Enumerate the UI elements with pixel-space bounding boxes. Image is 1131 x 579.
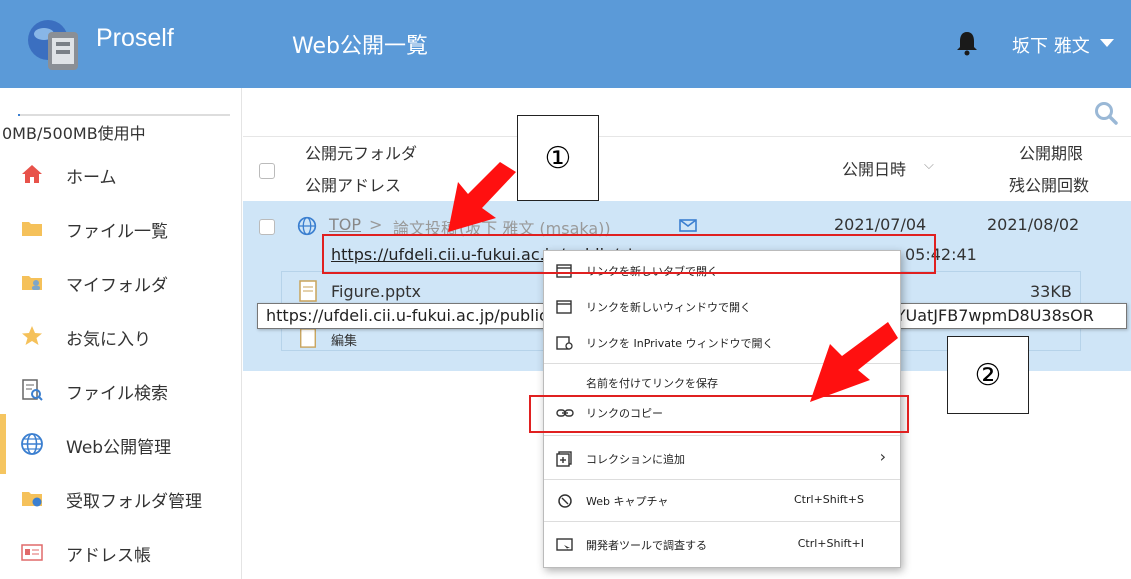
file-name[interactable]: Figure.pptx [331,282,421,301]
web-capture-icon [558,494,572,508]
folder-top-link[interactable]: TOP [329,215,361,234]
folder-icon [22,222,42,236]
sidebar-item-label: ファイル検索 [66,384,168,404]
usage-text: 0MB/500MB使用中 [2,124,146,143]
sidebar-item-label: アドレス帳 [66,546,151,566]
page-title: Web公開一覧 [292,34,428,59]
col-source-folder[interactable]: 公開元フォルダ [305,140,417,164]
usage-progress-bar [18,114,230,116]
proself-logo-icon[interactable] [26,16,84,74]
home-icon [22,165,42,183]
file-sub-label: 編集 [331,334,358,349]
file-size: 33KB [1030,282,1072,301]
file-icon [300,328,316,348]
callout-step-2: ② [947,336,1029,414]
sidebar-item-label: 受取フォルダ管理 [66,492,202,512]
toolbar-divider [243,136,1131,137]
address-book-icon [21,544,43,561]
mail-icon[interactable] [679,219,697,232]
app-header: Proself Web公開一覧 坂下 雅文 [0,0,1131,88]
sidebar-item-receive-folder[interactable]: 受取フォルダ管理 [0,478,240,518]
sort-chevron-icon[interactable]: ⌵ [924,158,934,173]
menu-inspect[interactable]: 開発者ツールで調査する Ctrl+Shift+I [544,527,900,563]
url-highlight-box [322,234,936,274]
col-public-date[interactable]: 公開日時 [842,156,906,180]
star-icon [22,326,42,345]
collection-icon [556,451,572,467]
file-icon [299,280,317,302]
callout-step-1: ① [517,115,599,201]
menu-label: リンクを InPrivate ウィンドウで開く [586,337,774,350]
sidebar-item-web-publish[interactable]: Web公開管理 [0,414,240,474]
sidebar-item-my-folder[interactable]: マイフォルダ [0,262,240,302]
public-date: 2021/07/04 [834,215,927,234]
menu-separator [544,435,900,436]
red-arrow-icon [448,162,516,232]
sidebar-item-label: ホーム [66,168,117,188]
sidebar-item-files[interactable]: ファイル一覧 [0,208,240,248]
sidebar-item-file-search[interactable]: ファイル検索 [0,370,240,410]
sidebar-item-label: Web公開管理 [66,438,172,458]
window-icon [556,300,572,314]
chevron-right-icon: › [879,447,886,466]
sidebar-item-favorites[interactable]: お気に入り [0,316,240,356]
user-name[interactable]: 坂下 雅文 [1012,32,1090,58]
select-all-checkbox[interactable] [259,163,275,179]
menu-shortcut: Ctrl+Shift+I [797,537,864,550]
app-name[interactable]: Proself [96,24,174,53]
menu-label: 名前を付けてリンクを保存 [586,377,718,390]
col-expiry[interactable]: 公開期限 [1019,140,1083,164]
sidebar-item-home[interactable]: ホーム [0,154,240,194]
breadcrumb-separator: > [369,215,383,234]
menu-web-capture[interactable]: Web キャプチャ Ctrl+Shift+S [544,483,900,519]
sidebar-item-label: マイフォルダ [66,276,168,296]
sidebar-item-label: ファイル一覧 [66,222,168,242]
menu-label: Web キャプチャ [586,495,669,508]
expiry-date: 2021/08/02 [987,215,1080,234]
red-arrow-icon [810,322,898,402]
row-checkbox[interactable] [259,219,275,235]
menu-label: 開発者ツールで調査する [586,539,707,552]
menu-separator [544,521,900,522]
globe-icon [21,433,43,455]
menu-separator [544,479,900,480]
col-remaining[interactable]: 残公開回数 [1009,172,1089,196]
search-icon[interactable] [1093,100,1119,126]
menu-label: リンクを新しいウィンドウで開く [586,301,751,314]
col-public-address[interactable]: 公開アドレス [305,172,401,196]
menu-label: コレクションに追加 [586,453,685,466]
menu-add-to-collection[interactable]: コレクションに追加 › [544,441,900,477]
chevron-down-icon[interactable] [1100,39,1114,47]
menu-shortcut: Ctrl+Shift+S [794,493,864,506]
sidebar-item-address-book[interactable]: アドレス帳 [0,532,240,572]
sidebar-item-label: お気に入り [66,330,151,350]
devtools-icon [556,538,573,551]
inprivate-icon [556,336,573,350]
sidebar: 0MB/500MB使用中 ホーム ファイル一覧 マイフォルダ お気に入り ファイ… [0,88,242,579]
file-search-icon [22,379,43,401]
receive-folder-icon [22,492,42,507]
globe-icon [297,216,317,236]
bell-icon[interactable] [954,30,980,56]
my-folder-icon [22,276,42,290]
